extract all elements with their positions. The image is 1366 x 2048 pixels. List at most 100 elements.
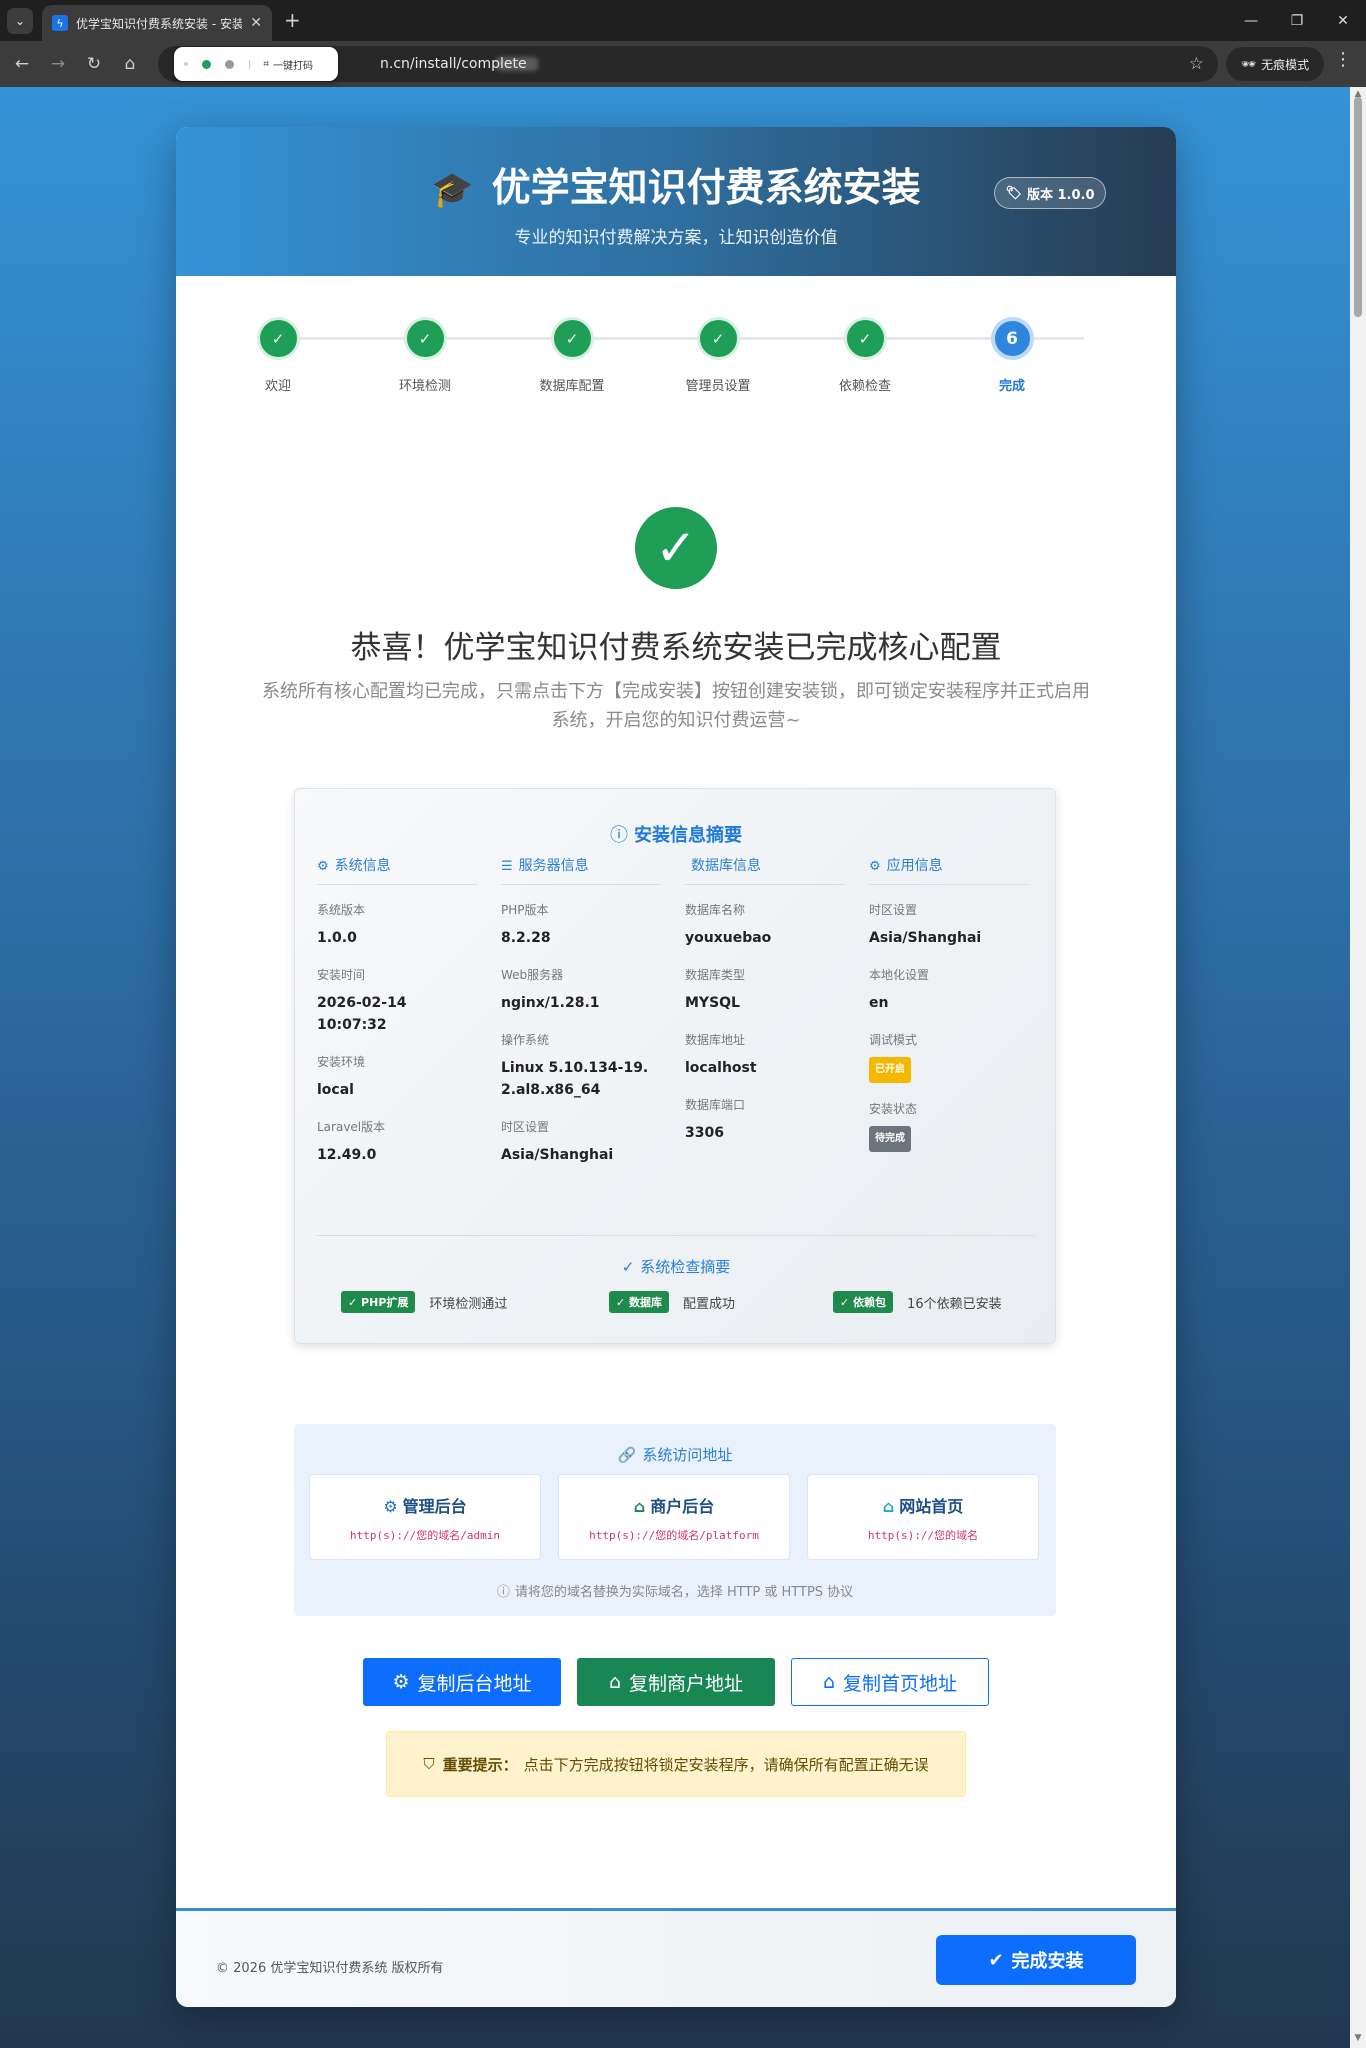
info-value: en [869, 995, 889, 1011]
info-value: local [317, 1082, 354, 1098]
info-label: 系统版本 [317, 903, 366, 917]
divider: | [248, 58, 252, 70]
info-value: 2026-02-14 10:07:32 [317, 995, 407, 1033]
page-subtitle: 专业的知识付费解决方案，让知识创造价值 [514, 228, 838, 248]
version-label: 版本 1.0.0 [1026, 187, 1095, 203]
step-number: 6 [990, 317, 1034, 360]
info-item: 系统版本 1.0.0 [317, 901, 477, 949]
access-url: http(s)://您的域名 [867, 1529, 979, 1542]
reload-icon[interactable]: ↻ [76, 46, 112, 82]
browser-tab[interactable]: ϟ 优学宝知识付费系统安装 - 安装 ✕ [42, 5, 272, 41]
access-url: http(s)://您的域名/admin [350, 1529, 500, 1542]
summary-title: ⓘ 安装信息摘要 [295, 821, 1057, 847]
check-text: 16个依赖已安装 [907, 1296, 1002, 1312]
info-label: 数据库类型 [685, 968, 746, 982]
info-label: 数据库名称 [685, 903, 746, 917]
info-label: 时区设置 [501, 1120, 550, 1134]
desc-line: 系统所有核心配置均已完成，只需点击下方【完成安装】按钮创建安装锁，即可锁定安装程… [262, 681, 1090, 702]
browser-menu-icon[interactable]: ⋮ [1334, 49, 1352, 70]
info-item: 本地化设置 en [869, 966, 1029, 1014]
info-value: Linux 5.10.134-19.2.al8.x86_64 [501, 1060, 649, 1098]
window-controls: — ❐ ✕ [1228, 0, 1366, 41]
scroll-thumb[interactable] [1354, 97, 1362, 317]
info-label: 数据库端口 [685, 1098, 746, 1112]
button-label: 复制后台地址 [417, 1672, 532, 1695]
house-icon: ⌂ [882, 1497, 895, 1516]
info-item: 安装状态 待完成 [869, 1100, 1029, 1152]
info-value: MYSQL [685, 995, 740, 1011]
popup-label: 一键打码 [273, 60, 314, 72]
divider [317, 1235, 1035, 1236]
version-badge: 🏷 版本 1.0.0 [994, 177, 1106, 209]
column-title: 服务器信息 [518, 858, 589, 874]
admin-url-card: ⚙ 管理后台 http(s)://您的域名/admin [309, 1474, 541, 1560]
step-label: 管理员设置 [685, 379, 751, 394]
step-label: 欢迎 [264, 379, 291, 394]
info-item: 操作系统 Linux 5.10.134-19.2.al8.x86_64 [501, 1031, 661, 1101]
info-value: 12.49.0 [317, 1147, 377, 1163]
access-title-text: 系统访问地址 [642, 1446, 733, 1464]
gear-icon: ⚙ [383, 1497, 398, 1516]
link-icon: 🔗 [617, 1446, 637, 1464]
incognito-icon: 🕶 [1240, 57, 1257, 71]
restore-icon[interactable]: ❐ [1274, 0, 1320, 41]
status-dot-icon [184, 62, 188, 66]
step-label: 数据库配置 [539, 379, 605, 394]
check-badge: ✓ 依赖包 [833, 1291, 894, 1313]
info-value: 8.2.28 [501, 930, 551, 946]
step-admin: ✓ 管理员设置 [658, 317, 778, 394]
info-value: 已开启 [869, 1057, 1029, 1083]
check-summary-title: ✓ 系统检查摘要 [295, 1256, 1057, 1277]
page-scrollbar[interactable]: ▲ ▼ [1350, 87, 1366, 2048]
step-label: 依赖检查 [838, 379, 891, 394]
install-summary: ⓘ 安装信息摘要 ⚙ 系统信息 系统版本 1.0.0 安装时间 2026-02-14 1… [294, 788, 1056, 1344]
bolt-icon: ϟ [52, 15, 68, 31]
step-dependencies: ✓ 依赖检查 [805, 317, 925, 394]
bookmark-star-icon[interactable]: ☆ [1189, 54, 1204, 74]
column-title: 系统信息 [334, 858, 391, 874]
step-welcome: ✓ 欢迎 [218, 317, 338, 394]
info-label: 时区设置 [869, 903, 918, 917]
info-item: 调试模式 已开启 [869, 1031, 1029, 1083]
server-info-column: ☰ 服务器信息 PHP版本 8.2.28 Web服务器 nginx/1.28.1 操作… [501, 855, 661, 1183]
forward-icon[interactable]: → [40, 46, 76, 82]
info-item: 数据库类型 MYSQL [685, 966, 845, 1014]
new-tab-button[interactable]: + [284, 8, 301, 32]
info-value: nginx/1.28.1 [501, 995, 600, 1011]
store-icon: ⌂ [608, 1671, 622, 1693]
check-circle-icon: ✓ [621, 1258, 635, 1276]
info-item: 数据库地址 localhost [685, 1031, 845, 1079]
card-header: 🎓 优学宝知识付费系统安装 专业的知识付费解决方案，让知识创造价值 🏷 版本 1.… [176, 127, 1176, 276]
extension-popup[interactable]: | ⌗ 一键打码 [174, 47, 338, 81]
access-name-text: 网站首页 [899, 1497, 964, 1516]
check-icon: ✓ [403, 317, 447, 360]
column-title: 应用信息 [886, 858, 943, 874]
copy-admin-button[interactable]: ⚙ 复制后台地址 [363, 1658, 561, 1706]
check-item: ✓ 数据库 配置成功 [609, 1291, 735, 1313]
home-icon[interactable]: ⌂ [112, 46, 148, 82]
window-close-icon[interactable]: ✕ [1320, 0, 1366, 41]
copy-home-button[interactable]: ⌂ 复制首页地址 [791, 1658, 989, 1706]
check-icon: ✓ [256, 317, 300, 360]
scroll-down-icon[interactable]: ▼ [1350, 2033, 1366, 2043]
browser-tab-bar: ⌄ ϟ 优学宝知识付费系统安装 - 安装 ✕ + — ❐ ✕ [0, 0, 1366, 41]
back-icon[interactable]: ← [4, 46, 40, 82]
status-badge: 待完成 [869, 1126, 911, 1152]
important-notice: ⛉ 重要提示： 点击下方完成按钮将锁定安装程序，请确保所有配置正确无误 [386, 1731, 966, 1797]
incognito-indicator[interactable]: 🕶 无痕模式 [1226, 47, 1324, 81]
info-value: youxuebao [685, 930, 772, 946]
finish-install-button[interactable]: ✔ 完成安装 [936, 1935, 1136, 1985]
access-urls: 🔗 系统访问地址 ⚙ 管理后台 http(s)://您的域名/admin ⌂ 商户后台… [294, 1424, 1056, 1616]
copy-platform-button[interactable]: ⌂ 复制商户地址 [577, 1658, 775, 1706]
grey-dot-icon [225, 59, 234, 69]
close-icon[interactable]: ✕ [250, 15, 262, 31]
info-label: 本地化设置 [869, 968, 930, 982]
minimize-icon[interactable]: — [1228, 0, 1274, 41]
store-icon: ⌂ [633, 1497, 646, 1516]
system-info-column: ⚙ 系统信息 系统版本 1.0.0 安装时间 2026-02-14 10:07:32 … [317, 855, 477, 1183]
tab-search-button[interactable]: ⌄ [7, 7, 33, 34]
copyright: © 2026 优学宝知识付费系统 版权所有 [216, 1961, 444, 1976]
shield-alert-icon: ⛉ [423, 1755, 435, 1773]
home-url-card: ⌂ 网站首页 http(s)://您的域名 [807, 1474, 1039, 1560]
info-value: localhost [685, 1060, 757, 1076]
